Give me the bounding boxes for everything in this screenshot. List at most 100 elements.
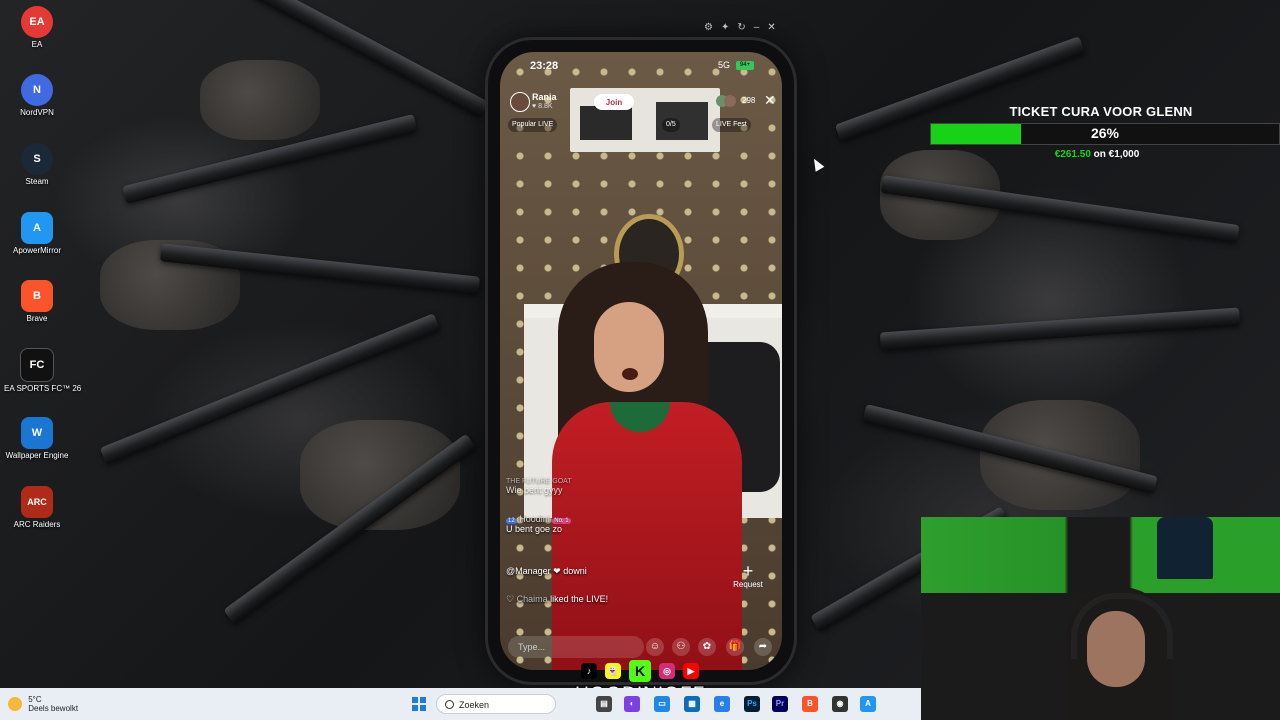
gift-icon[interactable]: 🎁 <box>726 638 744 656</box>
settings-icon[interactable]: ⚙ <box>704 22 721 33</box>
ea-icon: EA <box>21 6 53 38</box>
nordvpn-app-icon[interactable]: N NordVPN <box>4 74 70 117</box>
request-label: Request <box>733 580 763 589</box>
start-button[interactable] <box>412 697 426 711</box>
streamer-mouth <box>622 368 638 380</box>
popular-live-label: Popular LIVE <box>512 121 554 128</box>
popular-live-chip[interactable]: Popular LIVE <box>508 118 558 132</box>
goal-progress-bar: 26% <box>930 123 1280 145</box>
battery-icon: 94+ <box>736 61 754 70</box>
desktop-icon-label: ApowerMirror <box>12 246 61 255</box>
donation-goal-widget: TICKET CURA VOOR GLENN 26% €261.50 on €1… <box>930 104 1280 160</box>
desktop-icon-label: NordVPN <box>20 108 54 117</box>
search-placeholder: Zoeken <box>459 700 490 710</box>
steam-app-icon[interactable]: S Steam <box>4 143 70 186</box>
taskbar-search[interactable]: Zoeken <box>436 694 556 714</box>
goal-percent: 26% <box>1090 125 1120 141</box>
plus-icon: + <box>742 561 754 581</box>
tiktok-icon: ♪ <box>581 663 597 679</box>
chat-message: ♡ Chaima liked the LIVE! <box>506 594 608 605</box>
instagram-icon: ◎ <box>659 663 675 679</box>
eafc-icon: FC <box>20 348 54 382</box>
comment-input[interactable]: Type... <box>508 636 644 658</box>
photoshop-icon[interactable]: Ps <box>744 696 760 712</box>
host-name: Rania <box>532 92 557 102</box>
viewer-avatars[interactable] <box>716 94 740 108</box>
windows-taskbar: 5°C Deels bewolkt Zoeken ▤ ◐ ▭ ▦ e Ps Pr… <box>0 688 921 720</box>
steam-icon: S <box>21 143 53 175</box>
close-live-icon[interactable]: ✕ <box>764 92 776 109</box>
mirror-window-controls: ⚙✦↻–✕ <box>704 22 784 33</box>
pin-icon[interactable]: ✦ <box>721 22 737 33</box>
viewer-count: 298 <box>742 96 756 105</box>
apowermirror-app-icon[interactable]: A ApowerMirror <box>4 212 70 255</box>
brave-icon: B <box>21 280 53 312</box>
chat-message: @Manager ❤ downi <box>506 566 587 577</box>
network-label: 5G <box>718 60 731 70</box>
goal-title: TICKET CURA VOOR GLENN <box>1009 104 1193 119</box>
kick-icon: K <box>629 660 651 682</box>
desktop-icon-label: Steam <box>25 177 49 186</box>
request-button[interactable]: + Request <box>726 562 770 589</box>
host-info[interactable]: Rania ♥ 8.8K Join <box>506 90 634 114</box>
webcam-feed <box>921 517 1280 720</box>
hanging-jersey <box>1157 517 1213 579</box>
arc-raiders-app-icon[interactable]: ARC ARC Raiders <box>4 486 70 529</box>
apowermirror-icon: A <box>21 212 53 244</box>
join-button[interactable]: Join <box>594 94 634 110</box>
apowermirror-taskbar-icon[interactable]: A <box>860 696 876 712</box>
live-fest-chip[interactable]: LIVE Fest <box>712 118 751 132</box>
desktop-icon-label: EA SPORTS FC™ 26 <box>4 384 82 393</box>
obs-icon[interactable]: ◉ <box>832 696 848 712</box>
weather-widget[interactable]: 5°C Deels bewolkt <box>8 695 78 713</box>
nordvpn-icon: N <box>21 74 53 106</box>
desktop-icon-label: Brave <box>26 314 48 323</box>
ea-app-icon[interactable]: EA EA <box>4 6 70 49</box>
rotate-icon[interactable]: ↻ <box>737 22 753 33</box>
host-likes: ♥ 8.8K <box>532 103 553 110</box>
chat-app-icon[interactable]: ◐ <box>624 696 640 712</box>
premiere-icon[interactable]: Pr <box>772 696 788 712</box>
guests-icon[interactable]: ⚇ <box>672 638 690 656</box>
task-view-icon[interactable]: ▤ <box>596 696 612 712</box>
chat-user: THE FUTURE GOAT <box>506 478 572 485</box>
eafc-app-icon[interactable]: FC EA SPORTS FC™ 26 <box>4 348 82 393</box>
youtube-icon: ▶ <box>683 663 699 679</box>
chat-user[interactable]: Chaima <box>517 594 548 604</box>
search-icon <box>445 700 454 709</box>
chat-text: Wie bent gyyy <box>506 485 563 495</box>
desktop-icon-label: ARC Raiders <box>13 520 61 529</box>
host-likes-count: 8.8K <box>538 103 553 110</box>
emoji-icon[interactable]: ☺ <box>646 638 664 656</box>
arc-raiders-icon: ARC <box>21 486 53 518</box>
rose-gift-icon[interactable]: ✿ <box>698 638 716 656</box>
weather-temp: 5°C <box>28 695 42 704</box>
green-screen <box>921 517 1280 593</box>
minimize-icon[interactable]: – <box>754 22 768 33</box>
goal-progress-label: 0/5 <box>666 121 676 128</box>
wallpaper-engine-app-icon[interactable]: W Wallpaper Engine <box>4 417 70 460</box>
file-explorer-icon[interactable]: ▭ <box>654 696 670 712</box>
close-window-icon[interactable]: ✕ <box>767 22 783 33</box>
store-icon[interactable]: ▦ <box>684 696 700 712</box>
goal-progress-chip[interactable]: 0/5 <box>662 118 680 132</box>
phone-time: 23:28 <box>530 60 559 72</box>
tiktok-live-screen: 23:28 5G 94+ Rania ♥ 8.8K Join 298 ✕ Pop… <box>500 52 782 670</box>
live-fest-label: LIVE Fest <box>716 121 747 128</box>
chat-text: liked the LIVE! <box>550 594 609 604</box>
chat-message: 12 Hoodini No. 1 U bent goe zo <box>506 514 571 534</box>
chat-text: @Manager ❤ downi <box>506 566 587 576</box>
chat-message: THE FUTURE GOAT Wie bent gyyy <box>506 478 572 495</box>
phone-status-bar: 23:28 5G 94+ <box>500 52 782 76</box>
share-icon[interactable]: ➦ <box>754 638 772 656</box>
edge-icon[interactable]: e <box>714 696 730 712</box>
goal-target: on €1,000 <box>1093 149 1140 160</box>
desktop-icon-label: EA <box>31 40 43 49</box>
goal-raised: €261.50 <box>1054 149 1091 160</box>
wallpaper-engine-icon: W <box>21 417 53 449</box>
chat-user[interactable]: Hoodini <box>519 514 550 524</box>
host-avatar[interactable] <box>510 92 530 112</box>
brave-app-icon[interactable]: B Brave <box>4 280 70 323</box>
desktop-icon-label: Wallpaper Engine <box>5 451 69 460</box>
brave-taskbar-icon[interactable]: B <box>802 696 818 712</box>
